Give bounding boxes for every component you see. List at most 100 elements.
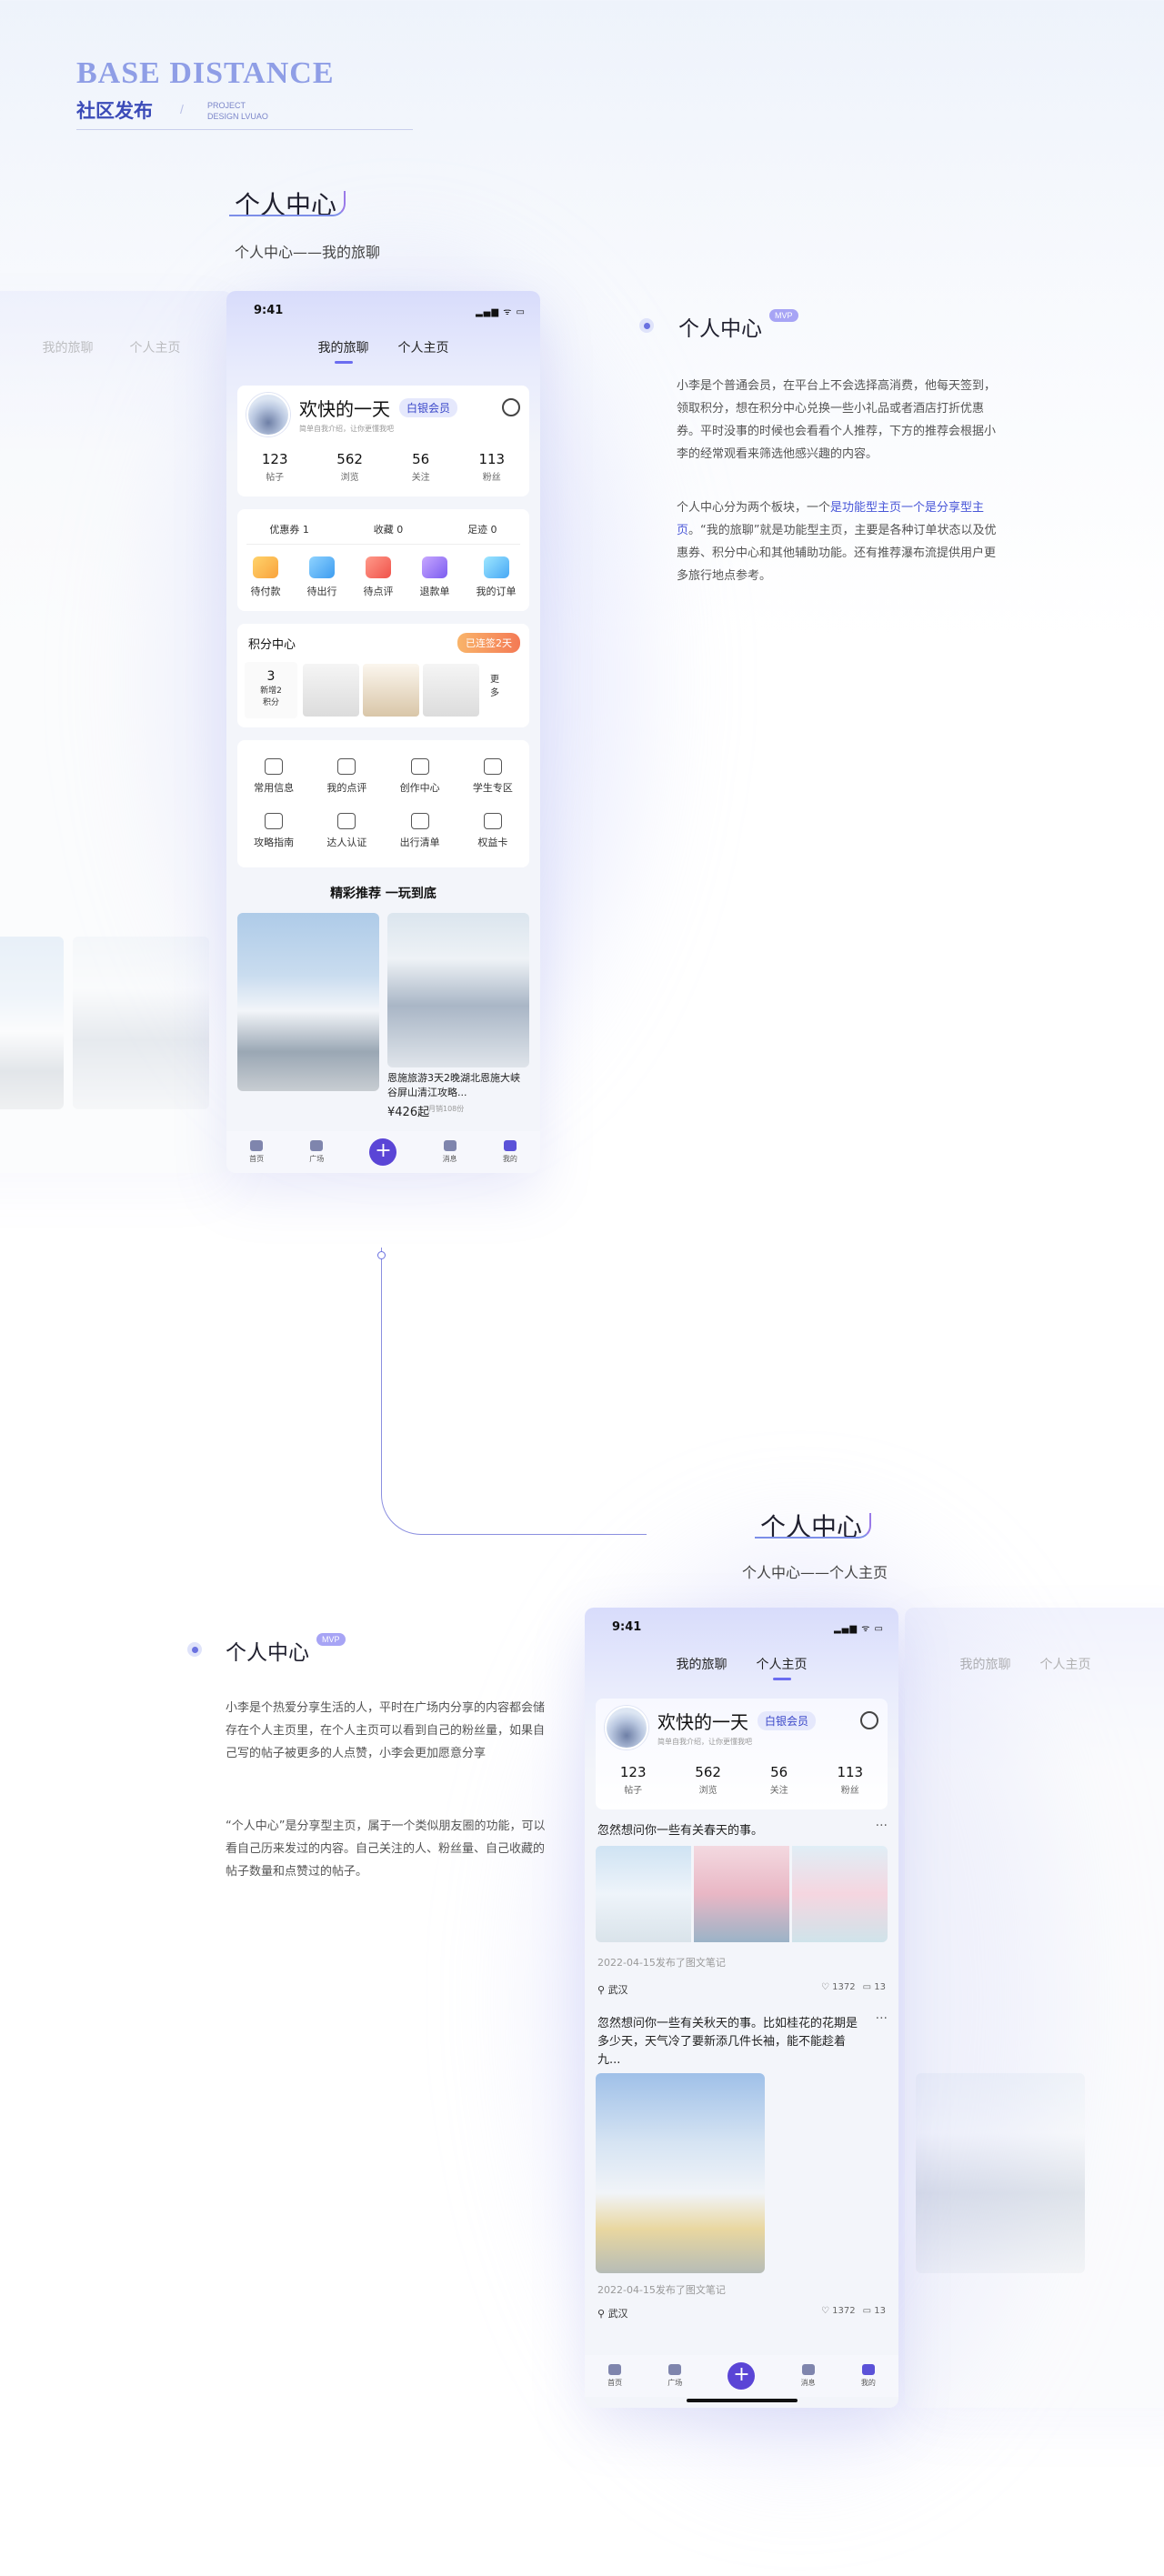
desc-paragraph: 小李是个普通会员，在平台上不会选择高消费，他每天签到，领取积分，想在积分中心兑换…	[677, 379, 997, 461]
member-badge[interactable]: 白银会员	[399, 398, 458, 417]
rec-card-title[interactable]: 恩施旅游3天2晚湖北恩施大峡谷屏山清江攻略...	[387, 1071, 529, 1100]
post-image[interactable]	[596, 1846, 691, 1942]
post-text[interactable]: 忽然想问你一些有关秋天的事。比如桂花的花期是多少天，天气冷了要新添几件长袖，能不…	[597, 2015, 868, 2070]
section-subtitle: 个人中心——个人主页	[742, 1564, 888, 1581]
tab-personal-home[interactable]: 个人主页	[398, 338, 449, 356]
post-image[interactable]	[792, 1846, 888, 1942]
tab-my-travel[interactable]: 我的旅聊	[318, 338, 369, 356]
bullet-dot	[639, 318, 654, 333]
status-time: 9:41	[612, 1620, 642, 1634]
header-rule	[76, 129, 413, 130]
stat-posts[interactable]: 123 帖子	[620, 1764, 647, 1796]
profile-card: 欢快的一天 白银会员 简单自我介绍，让你更懂我吧 123 帖子 562 浏览 56 关…	[237, 386, 529, 496]
connector-dot	[377, 1251, 386, 1259]
reward-thumb[interactable]	[303, 664, 359, 717]
post-location[interactable]: ⚲ 武汉	[597, 2306, 628, 2320]
ghost-phone-left: 我的旅聊 个人主页	[0, 291, 232, 1173]
desc-title: 个人中心	[678, 317, 762, 341]
add-post-button[interactable]: +	[369, 1138, 397, 1166]
stat-views[interactable]: 562 浏览	[695, 1764, 721, 1796]
status-icons: ▂▄▆ ᯤ ▭	[475, 307, 526, 317]
title-swash	[229, 191, 346, 216]
order-pending-trip[interactable]: 待出行	[307, 556, 337, 598]
pin-icon: ⚲	[597, 2308, 606, 2320]
post-location[interactable]: ⚲ 武汉	[597, 1982, 628, 1997]
avatar[interactable]	[605, 1706, 648, 1749]
tab-home[interactable]: 首页	[607, 2364, 622, 2388]
tab-square[interactable]: 广场	[667, 2364, 682, 2388]
desc-paragraph: 小李是个热爱分享生活的人，平时在广场内分享的内容都会储存在个人主页里，在个人主页…	[226, 1701, 546, 1760]
gear-icon[interactable]	[860, 1711, 878, 1729]
avatar[interactable]	[246, 393, 290, 436]
tool-benefits[interactable]: 权益卡	[457, 813, 529, 849]
ghost-phone-right: 我的旅聊 个人主页	[905, 1608, 1164, 2408]
checkin-pill[interactable]: 已连签2天	[457, 633, 520, 653]
reward-thumb[interactable]	[363, 664, 419, 717]
tab-mine[interactable]: 我的	[503, 1140, 517, 1164]
recommend-title: 精彩推荐 一玩到底	[330, 887, 436, 901]
section-label: 社区发布	[76, 101, 153, 122]
points-card: 积分中心 已连签2天 3 新增2 积分 更多	[237, 624, 529, 727]
tab-square[interactable]: 广场	[309, 1140, 324, 1164]
tool-my-reviews[interactable]: 我的点评	[310, 758, 383, 795]
like-button[interactable]: ♡ 1372	[821, 1982, 856, 1992]
heart-icon: ♡	[821, 2306, 829, 2316]
stat-following[interactable]: 56 关注	[770, 1764, 788, 1796]
tool-checklist[interactable]: 出行清单	[384, 813, 457, 849]
bullet-dot	[187, 1642, 202, 1657]
more-icon[interactable]: ···	[876, 2011, 888, 2026]
more-link[interactable]: 更多	[490, 673, 499, 700]
order-all[interactable]: 我的订单	[477, 556, 517, 598]
tool-common-info[interactable]: 常用信息	[237, 758, 310, 795]
section-subtitle: 个人中心——我的旅聊	[235, 244, 381, 261]
tool-student[interactable]: 学生专区	[457, 758, 529, 795]
post-meta: 2022-04-15发布了图文笔记	[597, 1957, 726, 1969]
order-refund[interactable]: 退款单	[420, 556, 450, 598]
tab-messages[interactable]: 消息	[801, 2364, 816, 2388]
post-image[interactable]	[694, 1846, 789, 1942]
rec-image[interactable]	[237, 913, 379, 1091]
tab-bar: 首页 广场 + 消息 我的	[585, 2355, 898, 2397]
desc-paragraph: 个人中心分为两个板块，一个是功能型主页一个是分享型主页。“我的旅聊”就是功能型主…	[677, 501, 997, 583]
user-intro[interactable]: 简单自我介绍，让你更懂我吧	[657, 1737, 752, 1747]
comment-button[interactable]: ▭ 13	[863, 1982, 886, 1992]
tab-messages[interactable]: 消息	[443, 1140, 457, 1164]
stat-views[interactable]: 562 浏览	[336, 451, 363, 483]
stat-following[interactable]: 56 关注	[412, 451, 430, 483]
order-pending-review[interactable]: 待点评	[364, 556, 394, 598]
stat-fans[interactable]: 113 粉丝	[837, 1764, 863, 1796]
stat-posts[interactable]: 123 帖子	[262, 451, 288, 483]
points-title: 积分中心	[248, 638, 296, 652]
like-button[interactable]: ♡ 1372	[821, 2306, 856, 2316]
tool-guide[interactable]: 攻略指南	[237, 813, 310, 849]
user-name: 欢快的一天	[657, 1711, 748, 1733]
tab-my-travel[interactable]: 我的旅聊	[677, 1655, 728, 1673]
tab-personal-home[interactable]: 个人主页	[757, 1655, 808, 1673]
post-text[interactable]: 忽然想问你一些有关春天的事。	[597, 1822, 870, 1840]
rec-sold: 月销108份	[428, 1105, 465, 1113]
user-intro[interactable]: 简单自我介绍，让你更懂我吧	[299, 424, 394, 434]
coupon-link[interactable]: 优惠券 1	[269, 522, 309, 536]
title-swash	[755, 1513, 871, 1539]
comment-button[interactable]: ▭ 13	[863, 2306, 886, 2316]
tab-mine[interactable]: 我的	[861, 2364, 876, 2388]
footprint-link[interactable]: 足迹 0	[467, 522, 497, 536]
more-icon[interactable]: ···	[876, 1819, 888, 1833]
reward-thumb[interactable]	[423, 664, 479, 717]
add-post-button[interactable]: +	[728, 2362, 756, 2390]
order-pending-pay[interactable]: 待付款	[251, 556, 281, 598]
tab-home[interactable]: 首页	[249, 1140, 264, 1164]
stat-fans[interactable]: 113 粉丝	[478, 451, 505, 483]
heart-icon: ♡	[821, 1982, 829, 1992]
member-badge[interactable]: 白银会员	[758, 1711, 817, 1730]
divider-slash: /	[180, 102, 184, 116]
gear-icon[interactable]	[502, 398, 520, 416]
points-tile[interactable]: 3 新增2 积分	[245, 662, 297, 718]
rec-image[interactable]	[387, 913, 529, 1067]
post-meta: 2022-04-15发布了图文笔记	[597, 2284, 726, 2296]
favorites-link[interactable]: 收藏 0	[374, 522, 404, 536]
mvp-tag: MVP	[316, 1633, 346, 1646]
post-image[interactable]	[596, 2073, 765, 2273]
tool-creator[interactable]: 创作中心	[384, 758, 457, 795]
tool-expert[interactable]: 达人认证	[310, 813, 383, 849]
